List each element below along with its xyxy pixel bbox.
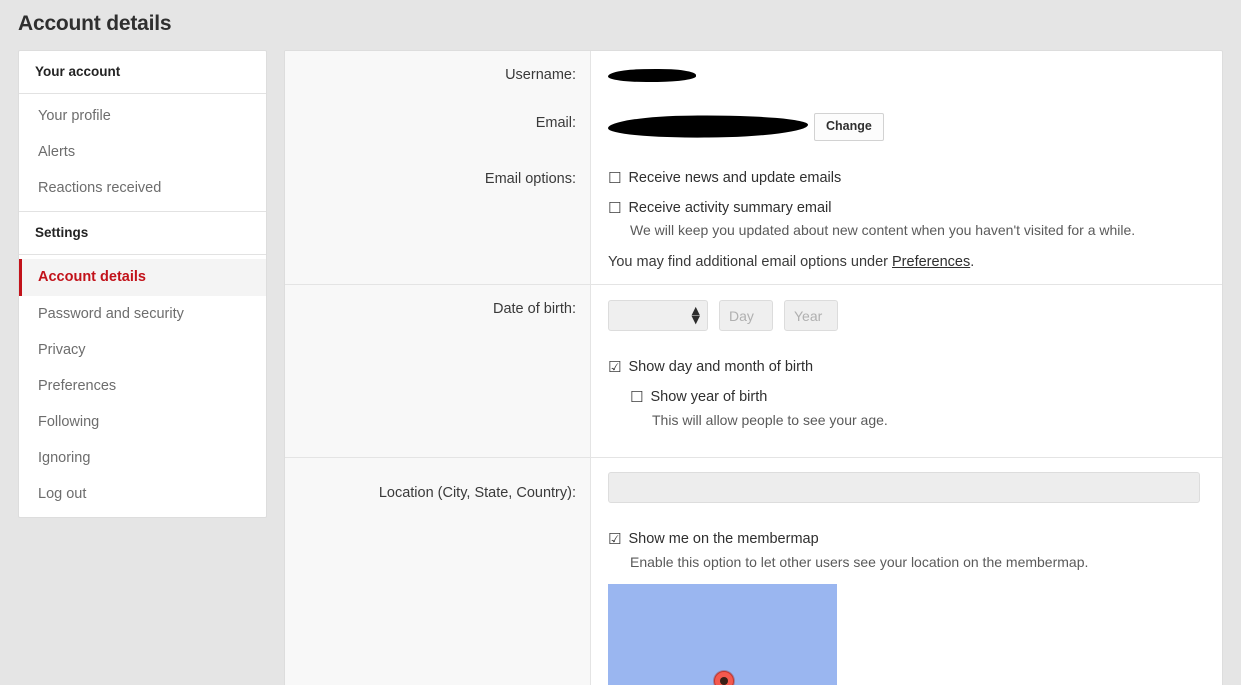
activity-summary-option: ☐ Receive activity summary email We will…: [608, 199, 1200, 241]
sidebar-item-following[interactable]: Following: [19, 404, 266, 440]
sidebar-item-account-details[interactable]: Account details: [19, 259, 266, 296]
date-of-birth-controls: ▲ ▼: [608, 300, 1200, 332]
activity-summary-checkbox[interactable]: ☐: [608, 199, 621, 218]
sidebar-item-ignoring[interactable]: Ignoring: [19, 440, 266, 476]
change-email-button[interactable]: Change: [814, 113, 884, 141]
sidebar-item-preferences[interactable]: Preferences: [19, 368, 266, 404]
sidebar-header-your-account: Your account: [19, 51, 266, 94]
membermap-label: Show me on the membermap: [628, 530, 819, 547]
location-label: Location (City, State, Country):: [285, 456, 591, 685]
birth-day-input[interactable]: [719, 300, 773, 332]
sidebar-item-your-profile[interactable]: Your profile: [19, 98, 266, 134]
email-label: Email:: [285, 99, 591, 155]
username-value-area: [591, 51, 1222, 97]
page-title: Account details: [18, 12, 172, 35]
birth-month-select[interactable]: [608, 300, 708, 332]
email-options-note-suffix: .: [970, 254, 975, 271]
sidebar-group-account: Your profile Alerts Reactions received: [19, 94, 266, 211]
membermap-hint: Enable this option to let other users se…: [630, 553, 1089, 570]
row-date-of-birth: Date of birth: ▲▼ ☑ Sh: [285, 284, 1222, 457]
sidebar-item-password-and-security[interactable]: Password and security: [19, 296, 266, 332]
row-email: Email: Change: [285, 99, 1222, 155]
news-emails-option: ☐ Receive news and update emails: [608, 169, 1200, 188]
sidebar-item-alerts[interactable]: Alerts: [19, 134, 266, 170]
membermap-option: ☑ Show me on the membermap Enable this o…: [608, 530, 1200, 572]
show-year-hint: This will allow people to see your age.: [652, 412, 888, 429]
username-label: Username:: [285, 51, 591, 99]
email-options-note-prefix: You may find additional email options un…: [608, 254, 893, 271]
show-day-month-checkbox[interactable]: ☑: [608, 358, 621, 377]
sidebar-item-reactions-received[interactable]: Reactions received: [19, 170, 266, 206]
row-location: Location (City, State, Country): ☑ Show …: [285, 456, 1222, 685]
show-year-checkbox[interactable]: ☐: [630, 388, 643, 407]
location-area: ☑ Show me on the membermap Enable this o…: [591, 456, 1222, 685]
email-value-area: Change: [591, 99, 1222, 155]
sidebar-item-log-out[interactable]: Log out: [19, 476, 266, 512]
row-username: Username:: [285, 51, 1222, 99]
email-options-label: Email options:: [285, 154, 591, 285]
row-email-options: Email options: ☐ Receive news and update…: [285, 154, 1222, 285]
show-year-label: Show year of birth: [650, 389, 768, 406]
sidebar: Your account Your profile Alerts Reactio…: [18, 50, 267, 519]
date-of-birth-label: Date of birth:: [285, 284, 591, 457]
location-input[interactable]: [608, 471, 1200, 503]
membermap-preview[interactable]: [608, 583, 837, 685]
sidebar-header-settings: Settings: [19, 211, 266, 256]
birth-year-input[interactable]: [784, 300, 838, 332]
show-day-month-label: Show day and month of birth: [628, 359, 814, 376]
email-options-note: You may find additional email options un…: [608, 254, 1200, 270]
activity-summary-label: Receive activity summary email: [628, 199, 832, 216]
username-redaction: [607, 68, 697, 83]
account-details-form: Username: Email: Change Email options: ☐: [284, 50, 1223, 685]
membermap-checkbox[interactable]: ☑: [608, 530, 621, 549]
page-layout: Your account Your profile Alerts Reactio…: [0, 36, 1241, 685]
date-of-birth-area: ▲▼ ☑ Show day and month of birth ☐ Sho: [591, 284, 1222, 457]
news-emails-label: Receive news and update emails: [628, 169, 842, 186]
email-redaction: [607, 115, 809, 139]
map-marker-icon[interactable]: [714, 670, 734, 685]
sidebar-group-settings: Account details Password and security Pr…: [19, 255, 266, 517]
show-day-month-option: ☑ Show day and month of birth: [608, 358, 1200, 377]
sidebar-item-privacy[interactable]: Privacy: [19, 332, 266, 368]
email-options-area: ☐ Receive news and update emails ☐ Recei…: [591, 155, 1222, 285]
news-emails-checkbox[interactable]: ☐: [608, 169, 621, 188]
preferences-link[interactable]: Preferences: [892, 254, 970, 270]
activity-summary-hint: We will keep you updated about new conte…: [630, 222, 1136, 239]
show-year-option: ☐ Show year of birth This will allow peo…: [630, 388, 1200, 430]
